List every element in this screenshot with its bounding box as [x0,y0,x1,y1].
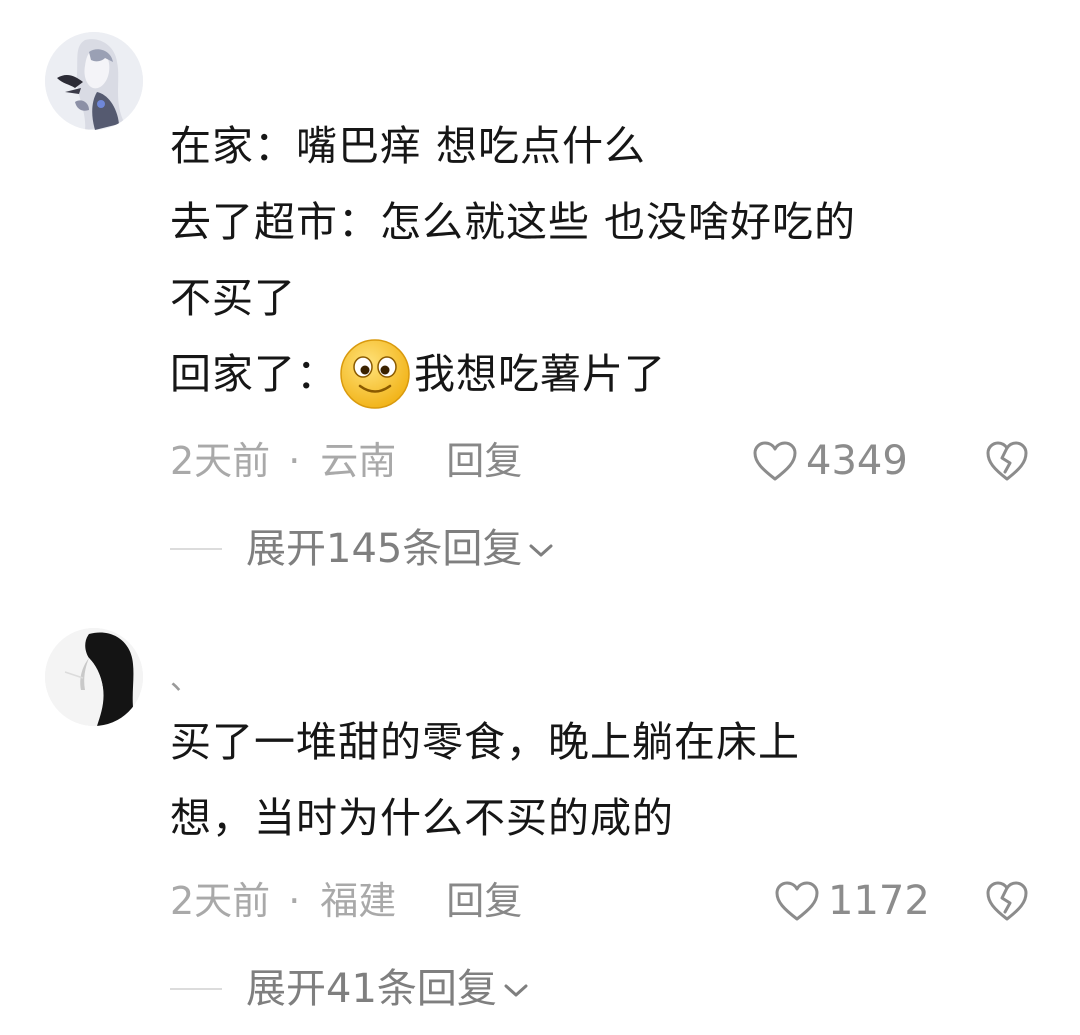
like-count: 1172 [828,878,930,924]
comment-text: 买了一堆甜的零食，晚上躺在床上 想，当时为什么不买的咸的 [170,704,1030,856]
broken-heart-icon[interactable] [985,439,1029,483]
smiling-face-emoji-icon [340,339,410,409]
comment-line: 买了一堆甜的零食，晚上躺在床上 [170,718,800,766]
comment-location: 福建 [320,879,397,923]
expand-replies-button[interactable]: 展开41条回复 [170,964,529,1014]
comment-text: 在家：嘴巴痒 想吃点什么 去了超市：怎么就这些 也没啥好吃的 不买了 回家了： … [170,108,1030,412]
divider [170,988,222,990]
chevron-down-icon [504,984,528,997]
heart-outline-icon [775,881,819,921]
reply-button[interactable]: 回复 [446,436,522,486]
comment-meta: 2天前 · 福建 回复 [170,876,522,926]
comment-meta: 2天前 · 云南 回复 [170,436,522,486]
comment-location: 云南 [320,439,397,483]
broken-heart-icon[interactable] [985,879,1029,923]
avatar[interactable] [45,628,143,726]
anime-character-avatar-icon [45,32,143,130]
expand-replies-label: 展开41条回复 [246,966,497,1012]
comment-line-prefix: 回家了： [170,350,338,398]
chevron-down-icon [529,544,553,557]
like-button[interactable]: 1172 [774,876,930,926]
heart-outline-icon [753,441,797,481]
like-button[interactable]: 4349 [752,436,908,486]
like-count: 4349 [806,438,908,484]
comment-line: 去了超市：怎么就这些 也没啥好吃的 [170,198,857,246]
meta-separator: · [288,439,301,483]
comment-line: 回家了： 我想吃薯片了 [170,336,1030,412]
comment-time: 2天前 [170,439,271,483]
comment-line: 在家：嘴巴痒 想吃点什么 [170,122,647,170]
comment-time: 2天前 [170,879,271,923]
expand-replies-label: 展开145条回复 [246,526,523,572]
comment-line: 不买了 [170,274,296,322]
reply-button[interactable]: 回复 [446,876,522,926]
avatar[interactable] [45,32,143,130]
divider [170,548,222,550]
girl-silhouette-avatar-icon [45,628,143,726]
comment-line-suffix: 我想吃薯片了 [414,350,666,398]
expand-replies-button[interactable]: 展开145条回复 [170,524,554,574]
username[interactable]: 、 [170,660,200,700]
comment-line: 想，当时为什么不买的咸的 [170,794,674,842]
meta-separator: · [288,879,301,923]
